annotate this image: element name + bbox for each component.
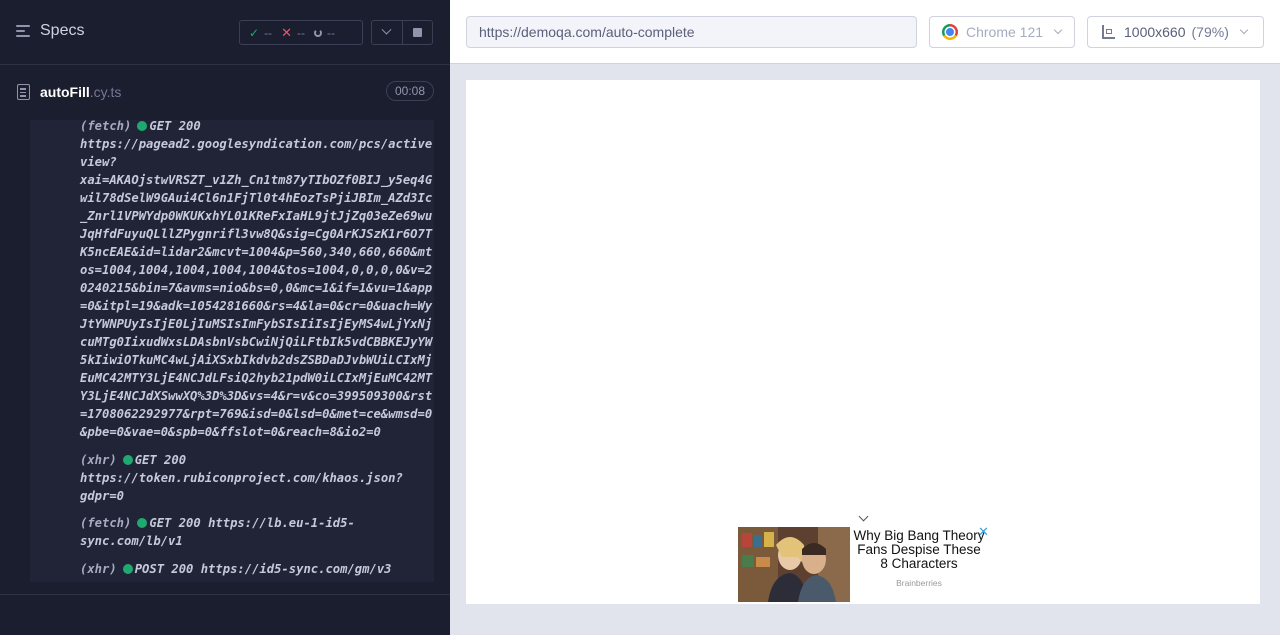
log-entry-url-line: sync.com/lb/v1 [80, 534, 183, 548]
log-entry-method: POST 200 https://id5-sync.com/gm/v3 [134, 562, 392, 576]
log-entry-url-line: https://pagead2.googlesyndication.com/pc… [80, 137, 433, 151]
log-entry-url-line: xai=AKAOjstwVRSZT_v1Zh_Cn1tm87yTIbOZf0BI… [80, 173, 433, 187]
status-dot-icon [137, 518, 148, 528]
aut-iframe[interactable]: Why Big Bang Theory Fans Despise These 8… [466, 80, 1260, 604]
log-entry-url-line: JqHfdFuyuQLllZPygnrifl3vw8Q&sig=Cg0ArKJS… [80, 227, 433, 241]
status-dot-icon [122, 564, 133, 574]
url-field[interactable]: https://demoqa.com/auto-complete [466, 16, 917, 48]
log-entry[interactable]: (xhr) POST 200 https://id5-sync.com/gm/v3 [80, 560, 392, 578]
spec-file-name: autoFill.cy.ts [40, 84, 122, 100]
spec-duration: 00:08 [386, 81, 434, 101]
collapse-all-button[interactable] [372, 21, 402, 44]
specs-header: Specs ✓ -- ✕ -- -- [0, 0, 450, 65]
specs-label: Specs [40, 22, 85, 39]
x-icon: ✕ [281, 24, 292, 40]
log-entry-url-line: =1708062292977&rpt=769&isd=0&lsd=0&met=c… [80, 407, 433, 421]
command-log[interactable]: (fetch) GET 200 https://pagead2.googlesyn… [16, 120, 434, 582]
reporter-footer [0, 594, 450, 635]
ad-collapse-chevron-icon[interactable] [858, 511, 869, 522]
log-entry-url-line: 0240215&bin=7&avms=nio&bs=0,0&mc=1&if=1&… [80, 281, 433, 295]
log-entry-url-line: wil78dSelW9GAui4Cl6n1FjTl0t4hEozTsPjiJBI… [80, 191, 433, 205]
ad-photo [738, 527, 850, 602]
browser-label: Chrome 121 [966, 24, 1044, 40]
log-entry-url-line: =0&itpl=19&adk=1054281660&rs=4&la=0&cr=0… [80, 299, 433, 313]
chevron-down-icon [1239, 25, 1249, 35]
log-entry-method: GET 200 [149, 120, 201, 133]
ad-source: Brainberries [896, 578, 942, 588]
status-dot-icon [137, 121, 148, 131]
log-entry-url-line: view? [80, 155, 117, 169]
viewport-size: 1000x660 [1124, 24, 1186, 40]
chrome-icon [942, 24, 958, 40]
log-entry-url-line: &pbe=0&vae=0&spb=0&ffslot=0&reach=8&io2=… [80, 425, 381, 439]
log-entry-url-line: https://token.rubiconproject.com/khaos.j… [80, 471, 403, 485]
log-entry-url-line: JtYWNPUyIsIjE0LjIuMSIsImFybSIsIiIsIjEyMS… [80, 317, 433, 331]
pending-stat: -- [313, 26, 335, 40]
chevron-down-icon [1053, 25, 1063, 35]
log-entry-url-line: gdpr=0 [80, 489, 125, 503]
check-icon: ✓ [249, 25, 260, 40]
stop-button[interactable] [401, 21, 432, 44]
log-entry[interactable]: (fetch) GET 200 https://pagead2.googlesyn… [80, 120, 432, 441]
document-icon [17, 84, 30, 100]
reporter-panel: Specs ✓ -- ✕ -- -- autoFill.cy.ts 00:08 (f… [0, 0, 450, 635]
log-entry-url-line: cuMTg0IixudWxsLDAsbnVsbCwiNjQiLFtbIk5vdC… [80, 335, 433, 349]
specs-list-icon [16, 24, 32, 38]
failed-stat: ✕ -- [281, 24, 305, 40]
viewport-selector[interactable]: 1000x660 (79%) [1087, 16, 1264, 48]
test-stats: ✓ -- ✕ -- -- [239, 20, 363, 45]
log-entry-url-line: _Znrl1VPWYdp0WKUKxhYL01KReFxIaHL9jtJjZq0… [80, 209, 433, 223]
log-entry[interactable]: (fetch) GET 200 https://lb.eu-1-id5- sync… [80, 514, 355, 550]
log-entry-url-line: Y3LjE4NCJdXSwwXQ%3D%3D&vs=4&r=v&co=39950… [80, 389, 433, 403]
close-icon[interactable]: ✕ [978, 524, 989, 540]
ad-title[interactable]: Why Big Bang Theory Fans Despise These 8… [852, 529, 986, 571]
log-entry[interactable]: (xhr) GET 200 https://token.rubiconprojec… [80, 451, 403, 505]
ad-image[interactable] [738, 527, 850, 602]
passed-stat: ✓ -- [249, 25, 273, 40]
aut-header: https://demoqa.com/auto-complete Chrome … [450, 0, 1280, 64]
stop-icon [412, 28, 422, 37]
log-entry-kind: (xhr) [80, 453, 117, 467]
command-log-inner: (fetch) GET 200 https://pagead2.googlesyn… [30, 120, 434, 582]
pending-icon [313, 28, 322, 37]
log-entry-url-line: 5kIiwiOTkuMC4wLjAiXSxbIkdvb2dsZSBDaDJvbW… [80, 353, 433, 367]
browser-selector[interactable]: Chrome 121 [929, 16, 1075, 48]
ruler-icon [1100, 24, 1116, 40]
log-entry-kind: (fetch) [80, 120, 132, 133]
spec-file-row[interactable]: autoFill.cy.ts [0, 65, 450, 120]
viewport-scale: (79%) [1191, 24, 1229, 40]
log-entry-kind: (xhr) [80, 562, 117, 576]
log-entry-method: GET 200 https://lb.eu-1-id5- [149, 516, 355, 530]
chevron-down-icon [382, 24, 392, 35]
log-entry-url-line: K5ncEAE&id=lidar2&mcvt=1004&p=560,340,66… [80, 245, 433, 259]
specs-toggle-button[interactable]: Specs [16, 22, 84, 40]
advertisement[interactable]: Why Big Bang Theory Fans Despise These 8… [738, 510, 996, 604]
app-under-test-panel: https://demoqa.com/auto-complete Chrome … [450, 0, 1280, 635]
run-controls [371, 20, 433, 45]
status-dot-icon [122, 455, 133, 465]
log-entry-url-line: EuMC42MTY3LjE4NCJdLFsiQ2hyb21pdW0iLCIxMj… [80, 371, 433, 385]
log-entry-url-line: os=1004,1004,1004,1004,1004&tos=1004,0,0… [80, 263, 433, 277]
log-entry-kind: (fetch) [80, 516, 132, 530]
log-entry-method: GET 200 [134, 453, 187, 467]
